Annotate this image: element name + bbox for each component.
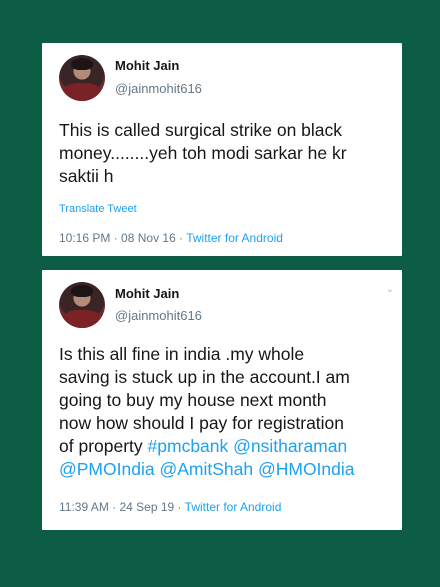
tweet-meta: 10:16 PM · 08 Nov 16 · Twitter for Andro… <box>59 231 283 245</box>
mention-link[interactable]: @PMOIndia <box>59 459 155 479</box>
tweet-text: Is this all fine in india .my whole savi… <box>59 343 388 481</box>
meta-separator: · <box>175 231 187 245</box>
tweet-text-line: This is called surgical strike on black <box>59 120 343 140</box>
tweet-time[interactable]: 11:39 AM <box>59 500 109 514</box>
mention-link[interactable]: @AmitShah <box>159 459 253 479</box>
tweet-meta: 11:39 AM · 24 Sep 19 · Twitter for Andro… <box>59 500 281 514</box>
tweet-card[interactable]: Mohit Jain @jainmohit616 This is called … <box>42 43 402 256</box>
tweet-text-line: @PMOIndia @AmitShah @HMOIndia <box>59 458 388 481</box>
tweet-date[interactable]: 24 Sep 19 <box>119 500 174 514</box>
tweet-time[interactable]: 10:16 PM <box>59 231 110 245</box>
display-name[interactable]: Mohit Jain <box>115 286 179 301</box>
mention-link[interactable]: @nsitharaman <box>233 436 347 456</box>
user-handle[interactable]: @jainmohit616 <box>115 81 202 96</box>
tweet-date[interactable]: 08 Nov 16 <box>121 231 176 245</box>
avatar[interactable] <box>59 55 105 101</box>
display-name[interactable]: Mohit Jain <box>115 58 179 73</box>
user-handle[interactable]: @jainmohit616 <box>115 308 202 323</box>
tweet-source-link[interactable]: Twitter for Android <box>186 231 283 245</box>
hashtag-link[interactable]: #pmcbank <box>148 436 229 456</box>
avatar[interactable] <box>59 282 105 328</box>
translate-tweet-link[interactable]: Translate Tweet <box>59 203 137 215</box>
tweet-source-link[interactable]: Twitter for Android <box>185 500 282 514</box>
tweet-text-line: Is this all fine in india .my whole <box>59 344 305 364</box>
tweet-text-line: saktii h <box>59 166 114 186</box>
tweet-text-line: money........yeh toh modi sarkar he kr <box>59 143 347 163</box>
tweet-text: This is called surgical strike on black … <box>59 119 388 188</box>
tweet-text-line: now how should I pay for registration <box>59 413 345 433</box>
meta-separator: · <box>110 231 122 245</box>
tweet-card[interactable]: Mohit Jain @jainmohit616 ⌄ Is this all f… <box>42 270 402 530</box>
tweet-text-line: saving is stuck up in the account.I am <box>59 367 350 387</box>
tweet-text-line: going to buy my house next month <box>59 390 327 410</box>
tweet-text-fragment: of property <box>59 436 148 456</box>
meta-separator: · <box>108 500 120 514</box>
tweet-text-line: of property #pmcbank @nsitharaman <box>59 435 388 458</box>
chevron-down-icon[interactable]: ⌄ <box>386 284 394 295</box>
meta-separator: · <box>174 500 185 514</box>
mention-link[interactable]: @HMOIndia <box>258 459 355 479</box>
